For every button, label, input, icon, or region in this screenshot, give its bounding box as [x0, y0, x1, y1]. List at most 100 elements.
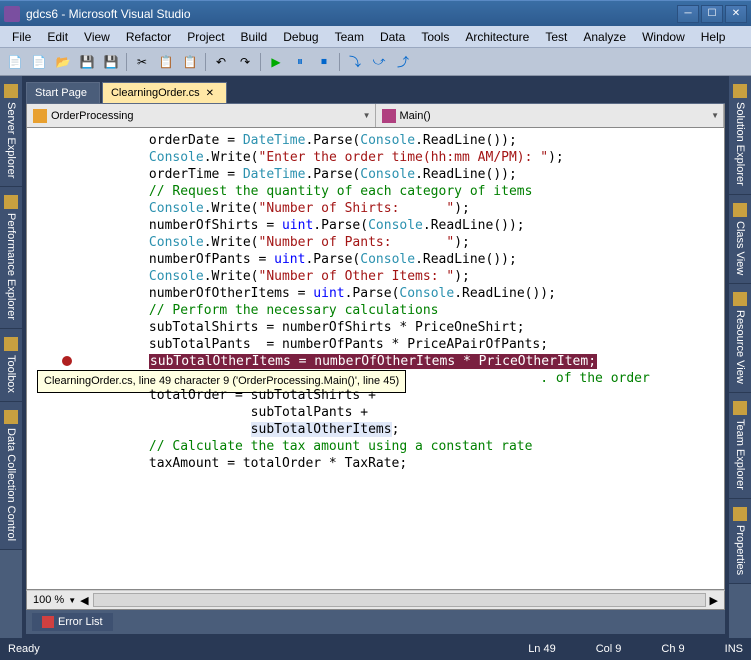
- editor-area: Start Page ClearningOrder.cs ✕ OrderProces…: [22, 76, 729, 638]
- code-line[interactable]: . of the orderClearningOrder.cs, line 49…: [55, 370, 724, 387]
- type-dropdown[interactable]: OrderProcessing ▼: [27, 104, 376, 127]
- save-button[interactable]: 💾: [76, 51, 98, 73]
- close-button[interactable]: ✕: [725, 5, 747, 23]
- code-line[interactable]: numberOfOtherItems = uint.Parse(Console.…: [55, 285, 724, 302]
- code-line[interactable]: subTotalShirts = numberOfShirts * PriceO…: [55, 319, 724, 336]
- code-line[interactable]: // Calculate the tax amount using a cons…: [55, 438, 724, 455]
- step-over-button[interactable]: ⤻: [368, 51, 390, 73]
- right-panel-team-explorer[interactable]: Team Explorer: [729, 393, 751, 499]
- menu-test[interactable]: Test: [537, 27, 575, 47]
- menu-debug[interactable]: Debug: [275, 27, 326, 47]
- menu-file[interactable]: File: [4, 27, 39, 47]
- zoom-level[interactable]: 100 %: [33, 594, 64, 606]
- tab-label: ClearningOrder.cs: [111, 87, 200, 99]
- panel-label: Resource View: [734, 310, 746, 384]
- copy-button[interactable]: 📋: [155, 51, 177, 73]
- redo-button[interactable]: ↷: [234, 51, 256, 73]
- document-tab[interactable]: ClearningOrder.cs ✕: [102, 82, 227, 103]
- panel-icon: [733, 84, 747, 98]
- chevron-down-icon[interactable]: ▼: [68, 596, 76, 605]
- pause-button[interactable]: ⏸: [289, 51, 311, 73]
- code-line[interactable]: Console.Write("Number of Shirts: ");: [55, 200, 724, 217]
- menu-window[interactable]: Window: [634, 27, 693, 47]
- cut-button[interactable]: ✂: [131, 51, 153, 73]
- code-editor[interactable]: orderDate = DateTime.Parse(Console.ReadL…: [26, 128, 725, 590]
- code-line[interactable]: numberOfPants = uint.Parse(Console.ReadL…: [55, 251, 724, 268]
- panel-label: Data Collection Control: [5, 428, 17, 541]
- menu-data[interactable]: Data: [372, 27, 413, 47]
- code-line[interactable]: // Perform the necessary calculations: [55, 302, 724, 319]
- status-line: Ln 49: [528, 643, 556, 655]
- code-line[interactable]: orderDate = DateTime.Parse(Console.ReadL…: [55, 132, 724, 149]
- left-panel-toolbox[interactable]: Toolbox: [0, 329, 22, 402]
- panel-icon: [4, 410, 18, 424]
- chevron-down-icon: ▼: [711, 111, 719, 120]
- right-panel-properties[interactable]: Properties: [729, 499, 751, 584]
- code-line[interactable]: // Request the quantity of each category…: [55, 183, 724, 200]
- save-all-button[interactable]: 💾: [100, 51, 122, 73]
- code-line[interactable]: Console.Write("Number of Pants: ");: [55, 234, 724, 251]
- member-dropdown[interactable]: Main() ▼: [376, 104, 725, 127]
- code-line[interactable]: orderTime = DateTime.Parse(Console.ReadL…: [55, 166, 724, 183]
- new-project-button[interactable]: 📄: [4, 51, 26, 73]
- titlebar: gdcs6 - Microsoft Visual Studio ─ ☐ ✕: [0, 0, 751, 26]
- menu-refactor[interactable]: Refactor: [118, 27, 179, 47]
- undo-button[interactable]: ↶: [210, 51, 232, 73]
- code-line[interactable]: subTotalOtherItems;: [55, 421, 724, 438]
- menu-view[interactable]: View: [76, 27, 118, 47]
- tab-close-icon[interactable]: ✕: [206, 88, 214, 99]
- separator: [260, 53, 261, 71]
- menu-architecture[interactable]: Architecture: [457, 27, 537, 47]
- menu-tools[interactable]: Tools: [413, 27, 457, 47]
- left-panel-server-explorer[interactable]: Server Explorer: [0, 76, 22, 187]
- menu-build[interactable]: Build: [233, 27, 276, 47]
- panel-icon: [733, 507, 747, 521]
- scroll-left-icon[interactable]: ◀: [80, 594, 88, 607]
- type-name: OrderProcessing: [51, 110, 134, 122]
- left-tool-panels: Server ExplorerPerformance Explorer Toolb…: [0, 76, 22, 638]
- class-icon: [33, 109, 47, 123]
- status-ins: INS: [725, 643, 743, 655]
- code-line[interactable]: subTotalPants +: [55, 404, 724, 421]
- menu-help[interactable]: Help: [693, 27, 734, 47]
- code-line[interactable]: subTotalPants = numberOfPants * PriceAPa…: [55, 336, 724, 353]
- menu-analyze[interactable]: Analyze: [575, 27, 634, 47]
- document-tab[interactable]: Start Page: [26, 82, 100, 103]
- panel-icon: [733, 203, 747, 217]
- stop-button[interactable]: ⏹: [313, 51, 335, 73]
- error-list-tab[interactable]: Error List: [32, 613, 113, 631]
- status-col: Col 9: [596, 643, 622, 655]
- step-out-button[interactable]: ⤴: [392, 51, 414, 73]
- panel-label: Toolbox: [5, 355, 17, 393]
- minimize-button[interactable]: ─: [677, 5, 699, 23]
- code-line[interactable]: numberOfShirts = uint.Parse(Console.Read…: [55, 217, 724, 234]
- code-line[interactable]: Console.Write("Number of Other Items: ")…: [55, 268, 724, 285]
- right-panel-solution-explorer[interactable]: Solution Explorer: [729, 76, 751, 195]
- panel-icon: [733, 292, 747, 306]
- left-panel-data-collection-control[interactable]: Data Collection Control: [0, 402, 22, 550]
- horizontal-scrollbar[interactable]: [93, 593, 706, 607]
- start-button[interactable]: ▶: [265, 51, 287, 73]
- breakpoint-icon[interactable]: [61, 355, 73, 367]
- paste-button[interactable]: 📋: [179, 51, 201, 73]
- toolbar: 📄 📄 📂 💾 💾 ✂ 📋 📋 ↶ ↷ ▶ ⏸ ⏹ ⤵ ⤻ ⤴: [0, 48, 751, 76]
- step-button[interactable]: ⤵: [344, 51, 366, 73]
- code-line[interactable]: subTotalOtherItems = numberOfOtherItems …: [55, 353, 724, 370]
- menu-team[interactable]: Team: [327, 27, 372, 47]
- menu-project[interactable]: Project: [179, 27, 232, 47]
- code-line[interactable]: totalOrder = subTotalShirts +: [55, 387, 724, 404]
- code-line[interactable]: taxAmount = totalOrder * TaxRate;: [55, 455, 724, 472]
- menu-edit[interactable]: Edit: [39, 27, 76, 47]
- code-line[interactable]: Console.Write("Enter the order time(hh:m…: [55, 149, 724, 166]
- right-tool-panels: Solution ExplorerClass View Resource View…: [729, 76, 751, 638]
- panel-icon: [4, 337, 18, 351]
- right-panel-resource-view[interactable]: Resource View: [729, 284, 751, 393]
- open-button[interactable]: 📂: [52, 51, 74, 73]
- add-item-button[interactable]: 📄: [28, 51, 50, 73]
- maximize-button[interactable]: ☐: [701, 5, 723, 23]
- window-title: gdcs6 - Microsoft Visual Studio: [26, 7, 677, 21]
- right-panel-class-view[interactable]: Class View: [729, 195, 751, 284]
- left-panel-performance-explorer[interactable]: Performance Explorer: [0, 187, 22, 329]
- scroll-right-icon[interactable]: ▶: [710, 594, 718, 607]
- status-ready: Ready: [8, 643, 40, 655]
